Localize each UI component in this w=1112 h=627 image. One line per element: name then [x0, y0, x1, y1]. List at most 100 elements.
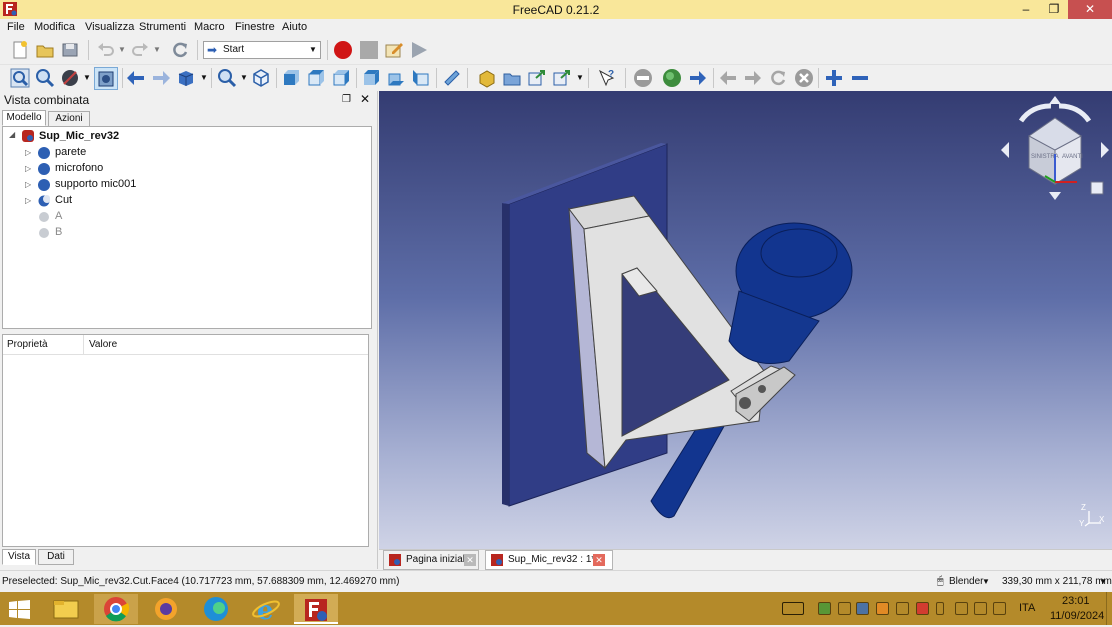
macro-edit-icon[interactable]	[384, 40, 404, 60]
expand-arrow-icon[interactable]: ▷	[25, 196, 31, 205]
link-dropdown-icon[interactable]: ▼	[576, 73, 584, 82]
tab-pagina-iniziale[interactable]: Pagina iniziale ✕	[383, 550, 479, 570]
value-column-header[interactable]: Valore	[89, 339, 117, 350]
expand-arrow-icon[interactable]: ▷	[25, 180, 31, 189]
property-column-header[interactable]: Proprietà	[7, 339, 48, 350]
avast-icon[interactable]	[876, 602, 889, 615]
menu-finestre[interactable]: Finestre	[235, 21, 275, 33]
bottom-view-icon[interactable]	[386, 68, 406, 88]
macro-record-icon[interactable]	[333, 40, 353, 60]
language-indicator[interactable]: ITA	[1019, 602, 1035, 614]
signal-icon[interactable]	[974, 602, 987, 615]
web-refresh-icon[interactable]	[768, 68, 788, 88]
zoom-icon[interactable]	[217, 68, 237, 88]
expand-arrow-icon[interactable]: ▷	[25, 164, 31, 173]
web-home-icon[interactable]	[662, 68, 682, 88]
expand-arrow-icon[interactable]: ▷	[25, 148, 31, 157]
create-group-icon[interactable]	[502, 68, 522, 88]
tree-item-b[interactable]: B	[55, 224, 62, 240]
web-back-icon[interactable]	[718, 68, 738, 88]
tab-azioni[interactable]: Azioni	[48, 111, 90, 127]
isometric-view-icon[interactable]	[251, 68, 271, 88]
redo-icon[interactable]	[130, 40, 150, 60]
left-view-icon[interactable]	[411, 68, 431, 88]
float-panel-icon[interactable]: ❐	[342, 94, 351, 105]
fit-selection-icon[interactable]	[35, 68, 55, 88]
navigation-cube[interactable]: SINISTRA AVANTI	[1001, 96, 1109, 206]
clock-date[interactable]: 11/09/2024	[1050, 610, 1104, 622]
measure-distance-icon[interactable]	[442, 68, 462, 88]
front-view-icon[interactable]	[281, 68, 301, 88]
new-document-icon[interactable]	[10, 40, 30, 60]
refresh-icon[interactable]	[170, 40, 190, 60]
tab-dati[interactable]: Dati	[38, 549, 74, 565]
back-arrow-icon[interactable]	[126, 68, 146, 88]
chevron-down-icon[interactable]: ▼	[982, 577, 990, 586]
tree-item-microfono[interactable]: microfono	[55, 160, 103, 176]
battery-icon[interactable]	[936, 602, 944, 615]
create-part-icon[interactable]	[477, 68, 497, 88]
tree-item-a[interactable]: A	[55, 208, 62, 224]
restore-button[interactable]: ❐	[1040, 0, 1068, 19]
undo-dropdown-icon[interactable]: ▼	[118, 45, 126, 54]
bounding-box-toggle[interactable]	[94, 67, 118, 90]
menu-modifica[interactable]: Modifica	[34, 21, 75, 33]
web-stop-icon[interactable]	[633, 68, 653, 88]
taskbar-edge[interactable]	[194, 594, 238, 624]
make-link-icon[interactable]	[527, 68, 547, 88]
link-actions-icon[interactable]	[552, 68, 572, 88]
rear-view-icon[interactable]	[361, 68, 381, 88]
workbench-selector[interactable]: ➡ Start ▼	[203, 41, 321, 59]
macro-stop-icon[interactable]	[359, 40, 379, 60]
navigation-style-selector[interactable]: Blender	[949, 576, 983, 587]
zoom-dropdown-icon[interactable]: ▼	[240, 73, 248, 82]
save-icon[interactable]	[60, 40, 80, 60]
whats-this-icon[interactable]: ?	[597, 68, 617, 88]
draw-style-dropdown-icon[interactable]: ▼	[83, 73, 91, 82]
menu-macro[interactable]: Macro	[194, 21, 225, 33]
bluetooth-icon[interactable]	[896, 602, 909, 615]
web-next-icon[interactable]	[688, 68, 708, 88]
taskbar-chrome[interactable]	[94, 594, 138, 624]
taskbar-app[interactable]	[144, 594, 188, 624]
chevron-down-icon[interactable]: ▼	[1099, 577, 1107, 586]
fit-all-icon[interactable]	[10, 68, 30, 88]
undo-icon[interactable]	[96, 40, 116, 60]
tree-item-parete[interactable]: parete	[55, 144, 86, 160]
tree-root-label[interactable]: Sup_Mic_rev32	[39, 128, 119, 144]
show-desktop-button[interactable]	[1106, 592, 1112, 625]
zoom-out-icon[interactable]	[850, 68, 870, 88]
taskbar-file-explorer[interactable]	[44, 594, 88, 624]
keyboard-icon[interactable]	[782, 602, 804, 615]
draw-style-icon[interactable]	[60, 68, 80, 88]
3d-viewport[interactable]: SINISTRA AVANTI Z X Y	[379, 91, 1112, 549]
tree-item-cut[interactable]: Cut	[55, 192, 72, 208]
macro-execute-icon[interactable]	[409, 40, 429, 60]
top-view-icon[interactable]	[306, 68, 326, 88]
redo-dropdown-icon[interactable]: ▼	[153, 45, 161, 54]
close-tab-icon[interactable]: ✕	[464, 554, 476, 566]
windows-start-icon[interactable]	[9, 600, 30, 619]
std-views-dropdown-icon[interactable]: ▼	[200, 73, 208, 82]
menu-file[interactable]: File	[7, 21, 25, 33]
menu-aiuto[interactable]: Aiuto	[282, 21, 307, 33]
close-window-button[interactable]: ✕	[1068, 0, 1112, 19]
std-views-icon[interactable]	[176, 68, 196, 88]
tray-app-icon[interactable]	[838, 602, 851, 615]
right-view-icon[interactable]	[331, 68, 351, 88]
web-cancel-icon[interactable]	[794, 68, 814, 88]
close-panel-icon[interactable]: ✕	[360, 92, 370, 106]
close-tab-icon[interactable]: ✕	[593, 554, 605, 566]
network-app-icon[interactable]	[856, 602, 869, 615]
nvidia-icon[interactable]	[818, 602, 831, 615]
menu-strumenti[interactable]: Strumenti	[139, 21, 186, 33]
web-forward-icon[interactable]	[743, 68, 763, 88]
tree-item-supporto[interactable]: supporto mic001	[55, 176, 136, 192]
volume-icon[interactable]	[993, 602, 1006, 615]
taskbar-internet-explorer[interactable]: e	[244, 594, 288, 626]
minimize-button[interactable]: –	[1012, 0, 1040, 19]
tab-vista[interactable]: Vista	[2, 549, 36, 565]
tab-sup-mic-rev32[interactable]: Sup_Mic_rev32 : 1* ✕	[485, 550, 613, 570]
menu-visualizza[interactable]: Visualizza	[85, 21, 134, 33]
tray-alert-icon[interactable]	[916, 602, 929, 615]
